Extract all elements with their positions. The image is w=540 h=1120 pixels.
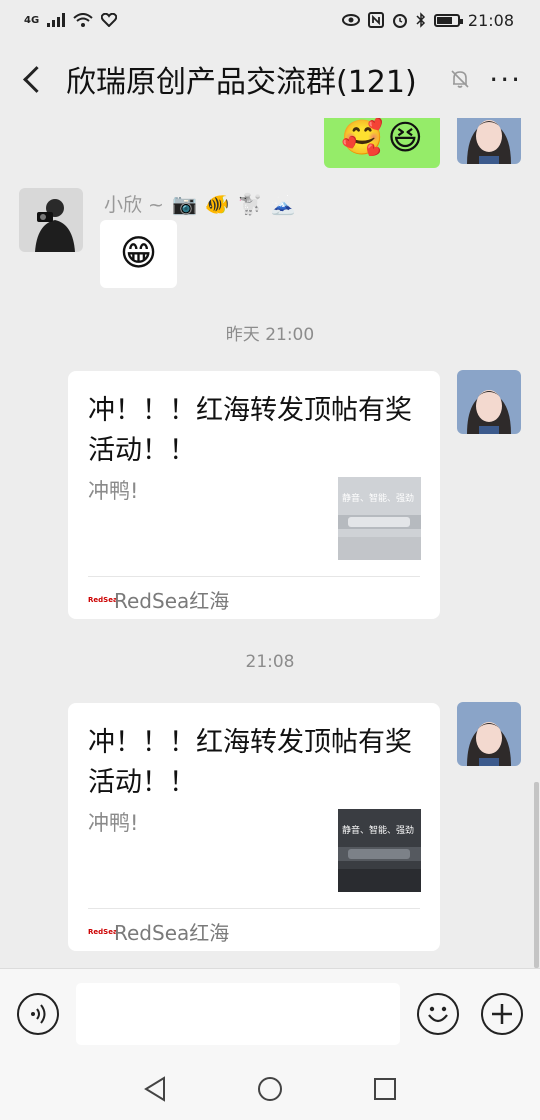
card-source: RedSea RedSea红海 — [88, 917, 229, 946]
system-nav-bar — [0, 1058, 540, 1120]
voice-icon[interactable] — [17, 993, 59, 1035]
self-avatar[interactable] — [457, 370, 521, 434]
message-input[interactable] — [76, 983, 400, 1045]
eye-icon — [341, 14, 360, 26]
card-source-name: RedSea红海 — [114, 921, 230, 945]
thumb-text: 静音、智能、强劲 — [342, 494, 415, 504]
grimace-emoji-icon: 😁 — [119, 233, 158, 274]
input-bar — [0, 968, 540, 1058]
heart-icon — [101, 13, 118, 27]
self-avatar[interactable] — [457, 118, 521, 164]
message-list[interactable]: 🥰 😆 小欣 ~ 📷 🐠 🐩 🗻 😁 昨天 21:00 冲！！！红海转发顶帖有奖… — [0, 118, 540, 968]
card-thumbnail: 静音、智能、强劲 — [338, 477, 421, 560]
wifi-icon — [73, 13, 93, 27]
timestamp: 昨天 21:00 — [225, 325, 315, 345]
card-source: RedSea RedSea红海 — [88, 585, 229, 614]
scrollbar[interactable] — [534, 782, 539, 968]
signal-bars-icon — [47, 13, 66, 27]
card-title: 冲！！！红海转发顶帖有奖活动！！ — [88, 395, 412, 466]
status-bar: 4G 21:08 — [0, 0, 540, 40]
card-divider — [88, 576, 420, 577]
card-title: 冲！！！红海转发顶帖有奖活动！！ — [88, 727, 412, 798]
sender-avatar[interactable] — [19, 188, 83, 252]
card-source-name: RedSea红海 — [114, 589, 230, 613]
alarm-icon — [392, 14, 407, 28]
card-thumbnail: 静音、智能、强劲 — [338, 809, 421, 892]
poodle-emoji-icon: 🐩 — [237, 191, 263, 216]
mountain-emoji-icon: 🗻 — [270, 191, 296, 216]
status-left: 4G — [24, 13, 118, 27]
redsea-logo: RedSea — [88, 595, 118, 604]
more-icon[interactable]: ··· — [489, 63, 522, 96]
hug-emoji-icon: 🥰 — [341, 118, 384, 158]
plus-icon[interactable] — [481, 993, 523, 1035]
timestamp: 21:08 — [245, 652, 295, 672]
camera-emoji-icon: 📷 — [171, 191, 197, 216]
signal-icon: 4G — [24, 14, 40, 26]
nfc-icon — [367, 12, 384, 28]
bluetooth-icon — [416, 12, 425, 28]
self-emoji-bubble[interactable]: 🥰 😆 — [324, 118, 440, 168]
other-emoji-bubble[interactable]: 😁 — [100, 220, 177, 288]
nav-home-icon[interactable] — [257, 1076, 283, 1102]
fish-emoji-icon: 🐠 — [204, 191, 230, 216]
mute-icon — [451, 70, 469, 88]
chat-header: 欣瑞原创产品交流群(121) ··· — [0, 40, 540, 118]
card-divider — [88, 908, 420, 909]
back-icon[interactable] — [18, 65, 46, 93]
chat-title: 欣瑞原创产品交流群(121) — [66, 65, 417, 100]
thumb-text: 静音、智能、强劲 — [342, 826, 415, 836]
link-card[interactable]: 冲！！！红海转发顶帖有奖活动！！ 冲鸭! 静音、智能、强劲 RedSea Red… — [68, 703, 440, 951]
nav-recents-icon[interactable] — [373, 1077, 397, 1101]
self-avatar[interactable] — [457, 702, 521, 766]
redsea-logo: RedSea — [88, 927, 118, 936]
sender-name: 小欣 ~ 📷 🐠 🐩 🗻 — [104, 190, 296, 217]
link-card[interactable]: 冲！！！红海转发顶帖有奖活动！！ 冲鸭! 静音、智能、强劲 RedSea Red… — [68, 371, 440, 619]
sender-name-text: 小欣 ~ — [104, 194, 164, 216]
status-right: 21:08 — [341, 10, 514, 30]
emoji-icon[interactable] — [417, 993, 459, 1035]
status-time: 21:08 — [467, 10, 514, 30]
card-description: 冲鸭! — [88, 479, 139, 503]
card-description: 冲鸭! — [88, 811, 139, 835]
battery-icon — [433, 13, 463, 27]
grin-emoji-icon: 😆 — [387, 118, 423, 158]
nav-back-icon[interactable] — [143, 1076, 167, 1102]
